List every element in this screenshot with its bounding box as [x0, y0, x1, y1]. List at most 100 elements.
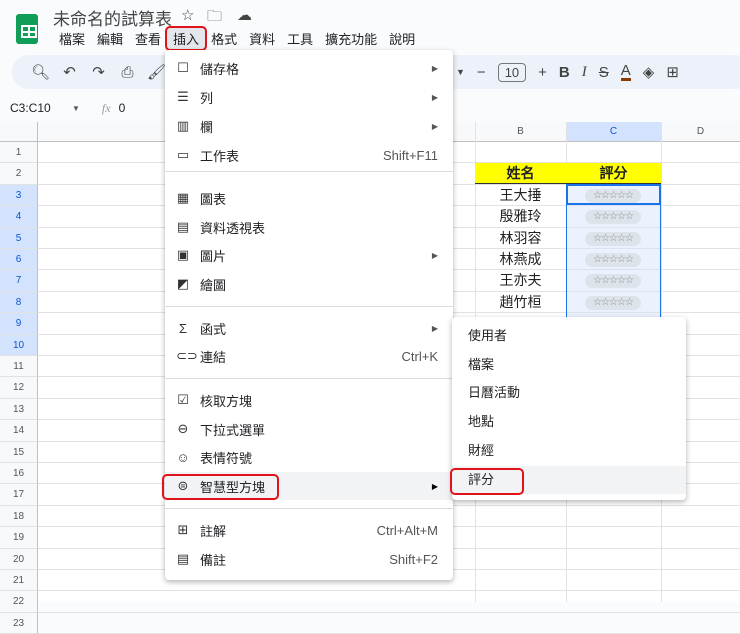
menu-item-sigma[interactable]: Σ 函式 ▶ [165, 314, 453, 342]
menu-item-emoji[interactable]: ☺ 表情符號 [165, 443, 453, 471]
menu-insert[interactable]: 插入 [165, 26, 208, 51]
borders-icon[interactable]: ⊞ [666, 63, 679, 81]
row-header[interactable]: 7 [0, 270, 38, 292]
shortcut-label: Shift+F2 [389, 551, 438, 567]
menu-extensions[interactable]: 擴充功能 [319, 28, 383, 49]
row-header[interactable]: 1 [0, 142, 38, 164]
name-cell[interactable]: 殷雅玲 [475, 206, 566, 227]
name-box[interactable]: C3:C10 [10, 101, 72, 115]
font-size-input[interactable]: 10 [497, 62, 527, 82]
submenu-item[interactable]: 財經 [452, 437, 686, 465]
name-cell[interactable]: 王大捶 [475, 185, 566, 206]
increase-font-button[interactable]: + [538, 64, 547, 81]
sheets-logo[interactable] [16, 14, 38, 44]
search-icon[interactable]: 🔍︎ [26, 63, 55, 81]
row-header[interactable]: 21 [0, 570, 38, 592]
menu-item-drawing[interactable]: ◩ 繪圖 [165, 270, 453, 298]
decrease-font-button[interactable]: − [477, 64, 486, 81]
row-header[interactable]: 6 [0, 249, 38, 271]
menu-item-row[interactable]: ☰ 列 ▶ [165, 83, 453, 111]
row-header[interactable]: 11 [0, 356, 38, 378]
menu-data[interactable]: 資料 [243, 28, 281, 49]
cloud-saved-icon[interactable]: ☁ [237, 6, 252, 24]
row-header[interactable]: 12 [0, 377, 38, 399]
row-header[interactable]: 15 [0, 441, 38, 463]
row-header[interactable]: 8 [0, 291, 38, 314]
row-header[interactable]: 5 [0, 227, 38, 249]
submenu-item[interactable]: 地點 [452, 408, 686, 436]
menu-item-sheet[interactable]: ▭ 工作表 Shift+F11 [165, 141, 453, 169]
submenu-arrow-icon: ▶ [431, 481, 438, 491]
redo-icon[interactable]: ↷ [84, 63, 113, 81]
name-cell[interactable]: 王亦夫 [475, 270, 566, 291]
menu-item-checkbox[interactable]: ☑ 核取方塊 [165, 386, 453, 414]
row-header[interactable]: 4 [0, 206, 38, 228]
menu-item-pivot-table[interactable]: ▤ 資料透視表 [165, 213, 453, 241]
menu-file[interactable]: 檔案 [53, 28, 91, 49]
italic-button[interactable]: I [582, 64, 587, 81]
row-header[interactable]: 9 [0, 313, 38, 335]
rating-chip[interactable]: ☆☆☆☆☆ [585, 274, 641, 289]
row-header[interactable]: 16 [0, 463, 38, 485]
insert-menu: ☐ 儲存格 ▶ ☰ 列 ▶ ▥ 欄 ▶ ▭ 工作表 Shift+F11 ▦ 圖表 ▤ 資料透視表 ▣ 圖片 ▶ ◩ 繪圖… [162, 50, 453, 580]
print-icon[interactable]: ⎙ [113, 64, 142, 81]
row-header[interactable]: 17 [0, 484, 38, 506]
row-header[interactable]: 20 [0, 548, 38, 570]
row-header[interactable]: 3 [0, 184, 38, 207]
rating-chip[interactable]: ☆☆☆☆☆ [585, 295, 641, 310]
document-title[interactable]: 未命名的試算表 [53, 5, 172, 30]
chevron-down-icon[interactable]: ▼ [72, 104, 80, 113]
rating-chip[interactable]: ☆☆☆☆☆ [585, 210, 641, 225]
menu-item-link[interactable]: ⊂⊃ 連結 Ctrl+K [165, 342, 453, 370]
submenu-item[interactable]: 檔案 [452, 351, 686, 379]
row-header[interactable]: 10 [0, 334, 38, 356]
submenu-arrow-icon: ▶ [431, 63, 438, 73]
submenu-item[interactable]: 使用者 [452, 322, 686, 350]
fill-color-icon[interactable]: ◈ [643, 63, 655, 81]
row-header[interactable]: 23 [0, 612, 38, 634]
menu-view[interactable]: 查看 [129, 28, 167, 49]
shortcut-label: Ctrl+Alt+M [376, 522, 438, 538]
menu-item-column[interactable]: ▥ 欄 ▶ [165, 112, 453, 140]
column-header-b[interactable]: B [475, 122, 566, 142]
menu-edit[interactable]: 編輯 [91, 28, 129, 49]
name-cell[interactable]: 趙竹桓 [475, 292, 566, 313]
menu-item-comment[interactable]: ⊞ 註解 Ctrl+Alt+M [165, 516, 453, 544]
row-icon: ☰ [177, 89, 189, 104]
row-header[interactable]: 2 [0, 163, 38, 185]
menu-item-cell[interactable]: ☐ 儲存格 ▶ [165, 54, 453, 82]
formula-input[interactable]: 0 [119, 101, 126, 115]
name-cell[interactable]: 林燕成 [475, 249, 566, 270]
cell-icon: ☐ [177, 60, 189, 75]
menu-format[interactable]: 格式 [205, 28, 243, 49]
column-header-c[interactable]: C [566, 122, 661, 142]
menu-tools[interactable]: 工具 [281, 28, 319, 49]
menu-item-chart[interactable]: ▦ 圖表 [165, 184, 453, 212]
row-header[interactable]: 19 [0, 527, 38, 549]
submenu-item[interactable]: 日曆活動 [452, 379, 686, 407]
menu-item-label: 註解 [200, 523, 227, 539]
bold-button[interactable]: B [559, 64, 570, 81]
text-color-button[interactable]: A [620, 63, 631, 81]
header-score-cell[interactable]: 評分 [566, 163, 661, 184]
rating-chip[interactable]: ☆☆☆☆☆ [585, 188, 641, 203]
row-header[interactable]: 18 [0, 505, 38, 528]
note-icon: ▤ [176, 551, 190, 566]
chevron-down-icon[interactable]: ▼ [456, 67, 465, 77]
row-header[interactable]: 22 [0, 591, 38, 613]
menu-item-dropdown[interactable]: ⊖ 下拉式選單 [165, 415, 453, 443]
star-icon[interactable]: ☆ [181, 6, 194, 24]
strikethrough-button[interactable]: S [599, 64, 609, 81]
row-header[interactable]: 14 [0, 420, 38, 442]
menu-item-image[interactable]: ▣ 圖片 ▶ [165, 241, 453, 269]
name-cell[interactable]: 林羽容 [475, 228, 566, 249]
menu-item-note[interactable]: ▤ 備註 Shift+F2 [165, 545, 453, 573]
rating-chip[interactable]: ☆☆☆☆☆ [585, 253, 641, 267]
menu-help[interactable]: 說明 [383, 28, 421, 49]
rating-chip[interactable]: ☆☆☆☆☆ [585, 231, 641, 246]
header-name-cell[interactable]: 姓名 [475, 163, 566, 184]
row-header[interactable]: 13 [0, 398, 38, 421]
undo-icon[interactable]: ↶ [55, 63, 84, 81]
fx-icon: fx [101, 100, 111, 115]
column-header-d[interactable]: D [661, 122, 740, 142]
